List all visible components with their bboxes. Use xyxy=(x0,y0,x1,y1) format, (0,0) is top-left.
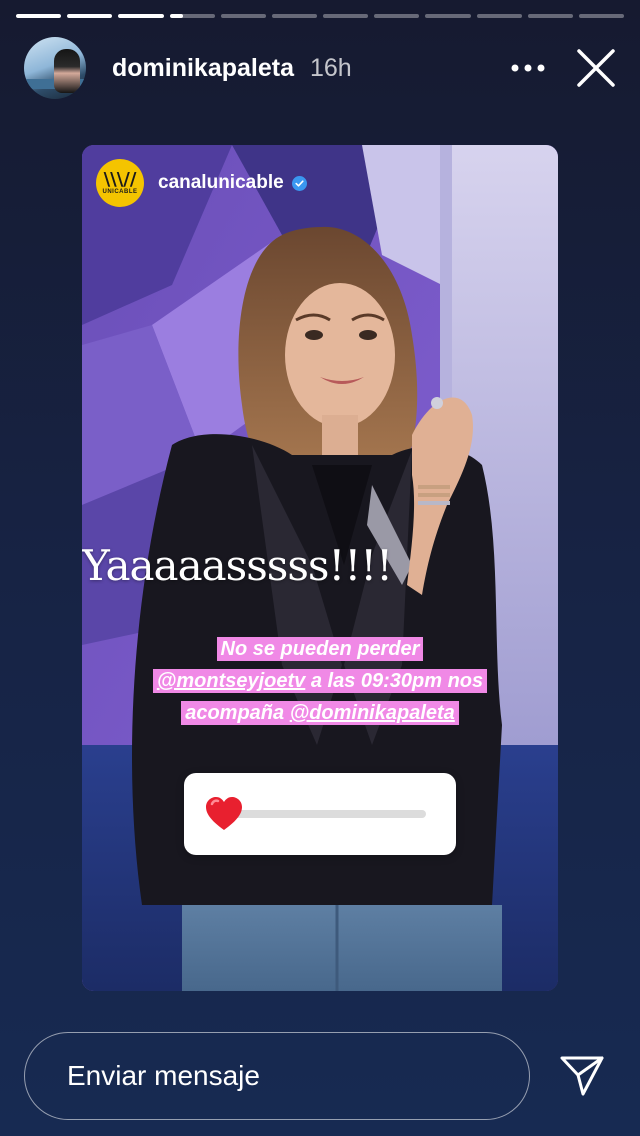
unicable-logo: \\\// UNICABLE xyxy=(96,159,144,207)
close-icon xyxy=(577,49,615,87)
emoji-slider-sticker[interactable] xyxy=(184,773,456,855)
story-viewer: dominikapaleta 16h \\\// UNICABLE canalu… xyxy=(0,0,640,1136)
progress-segment xyxy=(374,14,420,18)
caption-line-2: @montseyjoetv a las 09:30pm nos xyxy=(152,669,488,693)
send-message-input[interactable] xyxy=(24,1032,530,1120)
mention-dominikapaleta[interactable]: @dominikapaleta xyxy=(290,702,455,724)
more-options-button[interactable] xyxy=(504,44,552,92)
progress-segment xyxy=(323,14,369,18)
progress-segment xyxy=(169,14,215,18)
send-icon xyxy=(560,1056,604,1096)
caption-line-3: acompaña @dominikapaleta xyxy=(181,701,459,725)
mention-montseyjoetv[interactable]: @montseyjoetv xyxy=(157,670,305,692)
progress-segment xyxy=(220,14,266,18)
progress-segment-fill xyxy=(118,14,164,18)
story-caption: No se pueden perder @montseyjoetv a las … xyxy=(82,633,558,729)
progress-segment xyxy=(16,14,62,18)
progress-segment xyxy=(425,14,471,18)
username[interactable]: dominikapaleta xyxy=(112,54,294,83)
progress-segment xyxy=(271,14,318,18)
progress-segment-fill xyxy=(16,14,62,18)
progress-segment xyxy=(476,14,522,18)
heart-icon[interactable] xyxy=(204,795,244,835)
timestamp: 16h xyxy=(310,53,352,82)
avatar-person xyxy=(54,49,80,93)
shared-username[interactable]: canalunicable xyxy=(158,172,284,194)
caption-line-2-rest: a las 09:30pm nos xyxy=(305,670,484,692)
caption-line-3-start: acompaña xyxy=(185,702,290,724)
story-header: dominikapaleta 16h xyxy=(24,36,620,100)
progress-segment xyxy=(67,14,113,18)
verified-badge-icon xyxy=(291,175,307,191)
shared-post-header[interactable]: \\\// UNICABLE canalunicable xyxy=(96,159,307,207)
progress-segment-fill xyxy=(169,14,184,18)
progress-segment xyxy=(578,14,625,18)
send-button[interactable] xyxy=(556,1050,608,1102)
caption-line-1: No se pueden perder xyxy=(216,637,424,661)
more-horizontal-icon xyxy=(511,64,545,72)
emoji-slider-track[interactable] xyxy=(220,810,426,818)
story-content[interactable]: \\\// UNICABLE canalunicable Yaaaaasssss… xyxy=(82,145,558,991)
progress-segment xyxy=(527,14,573,18)
story-progress-bar xyxy=(16,14,625,18)
progress-segment xyxy=(118,14,164,18)
story-headline-text: Yaaaaasssss!!!! xyxy=(82,541,393,590)
close-button[interactable] xyxy=(572,44,620,92)
progress-segment-fill xyxy=(67,14,113,18)
avatar[interactable] xyxy=(24,37,86,99)
logo-text: UNICABLE xyxy=(102,189,138,195)
